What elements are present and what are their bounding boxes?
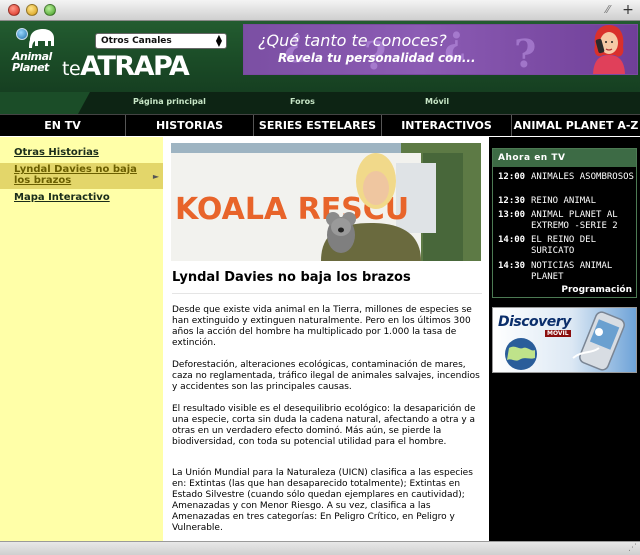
elephant-icon [29,29,54,48]
arrow-right-icon: ► [152,172,159,181]
koala-rescue-photo: KOALA RESCU [171,143,481,261]
article-paragraph: Deforestación, alteraciones ecológicas, … [172,360,480,392]
zoom-window-button[interactable] [44,4,56,16]
left-sidebar: Otras Historias Lyndal Davies no baja lo… [0,137,163,541]
schedule-time: 12:00 [498,172,526,182]
title-divider [172,293,482,294]
right-sidebar: Ahora en TV 12:00 ANIMALES ASOMBROSOS 12… [489,137,640,541]
sidebar-item-label: Lyndal Davies no baja los brazos [14,164,137,186]
schedule-time: 13:00 [498,210,526,220]
otros-canales-select[interactable]: Otros Canales ▲ ▼ [95,33,227,49]
programacion-link[interactable]: Programación [561,285,632,295]
article-paragraph: Desde que existe vida animal en la Tierr… [172,305,472,348]
animal-planet-logo[interactable]: Animal Planet [12,26,56,86]
banner-subline: Revela tu personalidad con... [278,51,476,65]
nav-interactivos[interactable]: INTERACTIVOS [382,115,512,136]
woman-on-phone-illustration [593,25,625,74]
main-navigation: EN TV HISTORIAS SERIES ESTELARES INTERAC… [0,114,640,136]
logo-wordmark: Animal Planet [12,50,52,74]
article-content: KOALA RESCU Lyndal Davies no baja los br… [163,137,489,541]
discovery-movil-ad[interactable]: Discovery MOVIL [492,307,637,373]
question-mark-decoration: ? [514,31,537,75]
schedule-time: 14:00 [498,235,526,245]
sidebar-item-label: Mapa Interactivo [14,192,110,203]
schedule-show[interactable]: REINO ANIMAL [531,196,635,207]
article-paragraph: La Unión Mundial para la Naturaleza (UIC… [172,468,473,533]
browser-statusbar: ⋰ [0,541,640,555]
sidebar-item-otras-historias[interactable]: Otras Historias [0,147,163,161]
banner-headline: ¿Qué tanto te conoces? [258,31,447,50]
resize-grip-icon[interactable]: ⁄⁄ [606,4,618,16]
ahora-en-tv-box: Ahora en TV 12:00 ANIMALES ASOMBROSOS 12… [492,148,637,298]
new-tab-button[interactable]: + [621,2,635,18]
subnav-pagina-principal[interactable]: Página principal [133,97,206,106]
te-atrapa-logo: teATRAPA [62,51,190,87]
discovery-brand: Discovery [498,314,571,330]
nav-animal-planet-az[interactable]: ANIMAL PLANET A-Z [512,115,640,136]
schedule-show[interactable]: ANIMALES ASOMBROSOS [531,172,635,183]
article-title: Lyndal Davies no baja los brazos [172,270,411,285]
minimize-window-button[interactable] [26,4,38,16]
quiz-banner-ad[interactable]: ¿ ? ¿ ? ¿Qué tanto te conoces? Revela tu… [243,24,638,75]
sidebar-item-mapa-interactivo[interactable]: Mapa Interactivo [0,192,163,206]
schedule-time: 14:30 [498,261,526,271]
schedule-show[interactable]: EL REINO DEL SURICATO [531,235,635,257]
subnav-movil[interactable]: Móvil [425,97,449,106]
sub-navigation: Página principal Foros Móvil [0,92,640,114]
subnav-foros[interactable]: Foros [290,97,315,106]
te-text: te [62,58,81,80]
ahora-en-tv-heading: Ahora en TV [493,149,636,167]
sidebar-item-lyndal-davies[interactable]: Lyndal Davies no baja los brazos ► [0,163,163,189]
nav-historias[interactable]: HISTORIAS [126,115,254,136]
article-paragraph: El resultado visible es el desequilibrio… [172,404,476,447]
article-photo: KOALA RESCU [171,143,481,261]
browser-titlebar: ⁄⁄ + [0,0,640,21]
site-header: Animal Planet teATRAPA Otros Canales ▲ ▼ … [0,21,640,92]
schedule-show[interactable]: ANIMAL PLANET AL EXTREMO -SERIE 2 [531,210,635,232]
schedule-show[interactable]: NOTICIAS ANIMAL PLANET [531,261,635,283]
globe-icon [505,338,537,370]
mobile-phone-icon [572,311,625,371]
movil-tag: MOVIL [545,330,571,337]
atrapa-text: ATRAPA [80,51,190,82]
schedule-time: 12:30 [498,196,526,206]
nav-en-tv[interactable]: EN TV [0,115,126,136]
sidebar-item-label: Otras Historias [14,147,99,158]
updown-arrow-icon: ▲ ▼ [215,33,223,48]
close-window-button[interactable] [8,4,20,16]
resize-grip-icon[interactable]: ⋰ [628,543,637,554]
nav-series-estelares[interactable]: SERIES ESTELARES [254,115,382,136]
otros-canales-value: Otros Canales [101,36,172,46]
